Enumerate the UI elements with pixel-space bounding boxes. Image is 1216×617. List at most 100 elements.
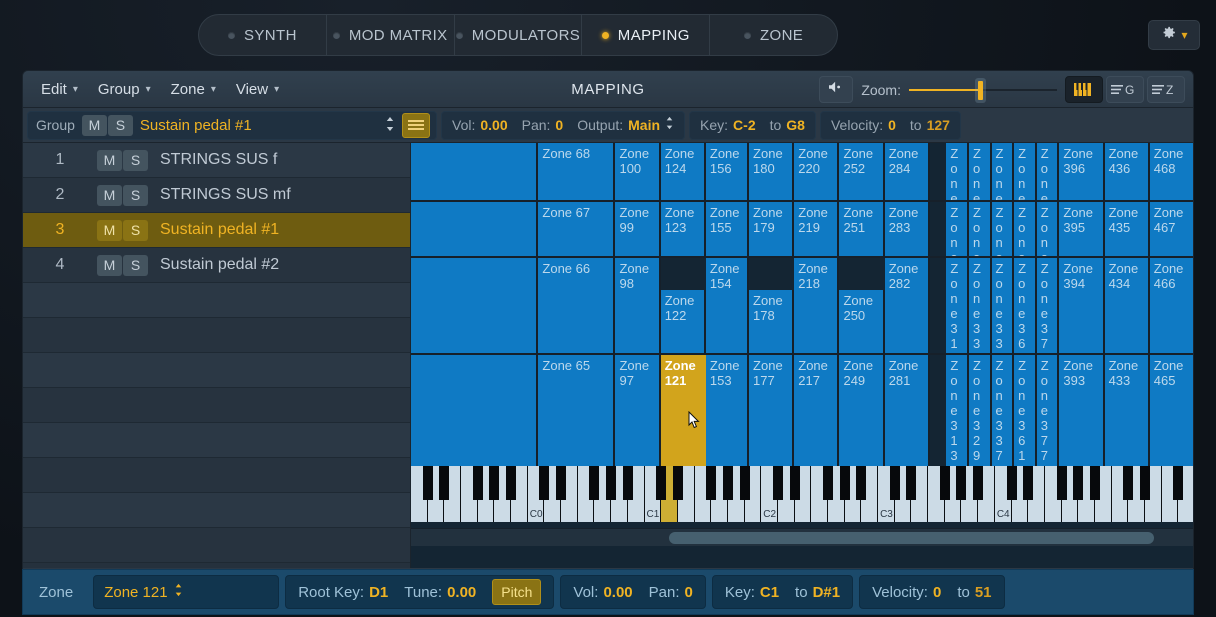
tab-mapping[interactable]: MAPPING xyxy=(582,15,710,55)
zone-cell[interactable]: Zone 178 xyxy=(749,290,794,353)
zone-cell[interactable]: Zone 466 xyxy=(1150,258,1193,353)
zone-cell[interactable]: Zone 68 xyxy=(538,143,615,200)
piano-black-key[interactable] xyxy=(656,466,666,500)
zone-cell[interactable]: Zone... xyxy=(1037,202,1060,256)
piano-black-key[interactable] xyxy=(956,466,966,500)
piano-black-key[interactable] xyxy=(1073,466,1083,500)
zone-cell[interactable]: Zone 180 xyxy=(749,143,794,200)
zone-cell[interactable]: Zone 436 xyxy=(1105,143,1150,200)
group-key-range[interactable]: Key: C-2 to G8 xyxy=(689,111,816,140)
zone-vel-low-param[interactable]: Velocity: 0 xyxy=(872,584,941,601)
zone-cell[interactable]: Zone 378 xyxy=(1037,258,1060,353)
zone-cell[interactable]: Zone 338 xyxy=(992,258,1015,353)
piano-black-key[interactable] xyxy=(506,466,516,500)
group-row-empty[interactable] xyxy=(23,493,410,528)
zone-cell[interactable]: Zone 67 xyxy=(538,202,615,256)
group-pan-param[interactable]: Pan: 0 xyxy=(522,117,564,133)
group-key-high-param[interactable]: to G8 xyxy=(770,117,805,133)
group-row-empty[interactable] xyxy=(23,318,410,353)
zone-cell[interactable]: Zone 396 xyxy=(1059,143,1104,200)
zone-cell[interactable]: Zone 219 xyxy=(794,202,839,256)
zone-vel-high-param[interactable]: to 51 xyxy=(957,584,991,601)
zone-cell[interactable]: Zone 66 xyxy=(538,258,615,353)
zone-cell[interactable]: Zone 395 xyxy=(1059,202,1104,256)
zone-list-view-button[interactable]: Z xyxy=(1147,76,1185,103)
tab-mod-matrix[interactable]: MOD MATRIX xyxy=(327,15,455,55)
zone-cell[interactable]: Zone 3... xyxy=(946,143,969,200)
piano-black-key[interactable] xyxy=(1090,466,1100,500)
zone-cell-empty[interactable] xyxy=(411,143,538,200)
zone-cell[interactable]: Zone 284 xyxy=(885,143,930,200)
zone-vol-param[interactable]: Vol: 0.00 xyxy=(573,584,632,601)
group-mute-button[interactable]: M xyxy=(82,115,107,136)
piano-black-key[interactable] xyxy=(906,466,916,500)
piano-black-key[interactable] xyxy=(623,466,633,500)
zoom-slider[interactable] xyxy=(909,76,1057,103)
piano-black-key[interactable] xyxy=(706,466,716,500)
zone-cell[interactable]: Zone 252 xyxy=(839,143,884,200)
group-row-mute-button[interactable]: M xyxy=(97,220,122,241)
zoom-slider-thumb[interactable] xyxy=(978,81,983,100)
piano-black-key[interactable] xyxy=(740,466,750,500)
piano-black-key[interactable] xyxy=(1173,466,1183,500)
group-list[interactable]: 1MSSTRINGS SUS f2MSSTRINGS SUS mf3MSSust… xyxy=(23,143,411,568)
group-row[interactable]: 4MSSustain pedal #2 xyxy=(23,248,410,283)
zone-cell[interactable]: Zone 362 xyxy=(1014,258,1037,353)
piano-black-key[interactable] xyxy=(973,466,983,500)
tab-synth[interactable]: SYNTH xyxy=(199,15,327,55)
group-row-solo-button[interactable]: S xyxy=(123,150,148,171)
group-list-toggle-button[interactable] xyxy=(402,113,430,138)
group-row-mute-button[interactable]: M xyxy=(97,150,122,171)
horizontal-scrollbar-thumb[interactable] xyxy=(669,532,1154,544)
group-row-empty[interactable] xyxy=(23,388,410,423)
piano-black-key[interactable] xyxy=(489,466,499,500)
group-key-low-param[interactable]: Key: C-2 xyxy=(700,117,756,133)
zone-pan-param[interactable]: Pan: 0 xyxy=(649,584,693,601)
piano-black-key[interactable] xyxy=(940,466,950,500)
piano-black-key[interactable] xyxy=(606,466,616,500)
piano-black-key[interactable] xyxy=(1023,466,1033,500)
zone-pitch-toggle-button[interactable]: Pitch xyxy=(492,579,541,605)
zone-cell[interactable]: Zone 99 xyxy=(615,202,660,256)
zone-cell[interactable]: Zone 154 xyxy=(706,258,749,353)
piano-black-key[interactable] xyxy=(1057,466,1067,500)
zone-cell[interactable]: Zone 155 xyxy=(706,202,749,256)
piano-black-key[interactable] xyxy=(473,466,483,500)
zone-cell[interactable]: Zone 218 xyxy=(794,258,839,353)
zone-cell-empty[interactable] xyxy=(411,258,538,353)
group-row-solo-button[interactable]: S xyxy=(123,185,148,206)
zone-cell-empty[interactable] xyxy=(411,202,538,256)
zone-selector-stepper[interactable] xyxy=(174,583,183,602)
zone-cell[interactable]: Zone 330 xyxy=(969,258,992,353)
piano-black-key[interactable] xyxy=(1007,466,1017,500)
zone-cell[interactable]: Zone 283 xyxy=(885,202,930,256)
zone-rootkey-param[interactable]: Root Key: D1 xyxy=(298,584,388,601)
zone-cell[interactable]: Zone 124 xyxy=(661,143,706,200)
group-vel-high-param[interactable]: to 127 xyxy=(910,117,950,133)
zone-cell[interactable]: Zone... xyxy=(969,143,992,200)
group-vel-low-param[interactable]: Velocity: 0 xyxy=(831,117,896,133)
zone-key-low-param[interactable]: Key: C1 xyxy=(725,584,779,601)
audition-speaker-button[interactable] xyxy=(819,76,853,103)
group-velocity-range[interactable]: Velocity: 0 to 127 xyxy=(820,111,961,140)
zone-cell[interactable]: Zone 394 xyxy=(1059,258,1104,353)
zone-cell[interactable]: Zone 3... xyxy=(1014,143,1037,200)
piano-black-key[interactable] xyxy=(823,466,833,500)
zone-cell[interactable]: Zone 3... xyxy=(992,202,1015,256)
group-selector[interactable]: Group M S Sustain pedal #1 xyxy=(27,111,437,140)
group-row-solo-button[interactable]: S xyxy=(123,255,148,276)
group-output-param[interactable]: Output: Main xyxy=(577,116,674,135)
group-stepper[interactable] xyxy=(385,116,395,134)
group-row[interactable]: 1MSSTRINGS SUS f xyxy=(23,143,410,178)
zone-cell[interactable]: Zone... xyxy=(1037,143,1060,200)
piano-black-key[interactable] xyxy=(790,466,800,500)
group-row-mute-button[interactable]: M xyxy=(97,255,122,276)
zone-cell[interactable]: Zone 467 xyxy=(1150,202,1193,256)
zone-cell[interactable]: Zone 282 xyxy=(885,258,930,353)
zone-cell[interactable]: Zone 434 xyxy=(1105,258,1150,353)
group-row-empty[interactable] xyxy=(23,423,410,458)
zone-cell[interactable]: Zone 468 xyxy=(1150,143,1193,200)
group-row-mute-button[interactable]: M xyxy=(97,185,122,206)
group-row-empty[interactable] xyxy=(23,458,410,493)
zone-cell[interactable]: Zone 3... xyxy=(992,143,1015,200)
